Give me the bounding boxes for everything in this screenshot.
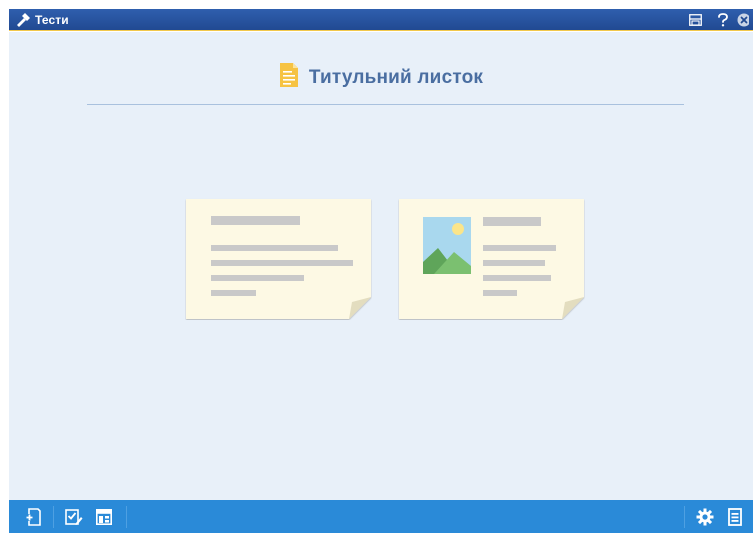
menu-icon[interactable] [723,500,747,533]
toolbar-separator [53,505,54,528]
title-bar: Тести [9,9,753,31]
bottom-toolbar [9,500,753,533]
hammer-icon [11,9,35,31]
page-heading: Титульний листок [9,62,753,93]
toolbar-separator [684,505,685,528]
save-icon[interactable] [681,9,709,31]
text-only-layout-card[interactable] [185,198,372,320]
help-icon[interactable] [709,9,737,31]
layout-icon[interactable] [92,500,116,533]
image-and-text-layout-card[interactable] [398,198,585,320]
document-icon [279,62,299,93]
toolbar-separator [126,505,127,528]
settings-icon[interactable] [693,500,717,533]
edit-checklist-icon[interactable] [62,500,86,533]
page-title: Титульний листок [308,66,484,88]
window-title: Тести [35,12,69,27]
main-panel: Титульний листок [9,32,753,500]
heading-divider [87,104,684,105]
add-page-icon[interactable] [17,500,49,533]
close-icon[interactable] [737,9,753,31]
